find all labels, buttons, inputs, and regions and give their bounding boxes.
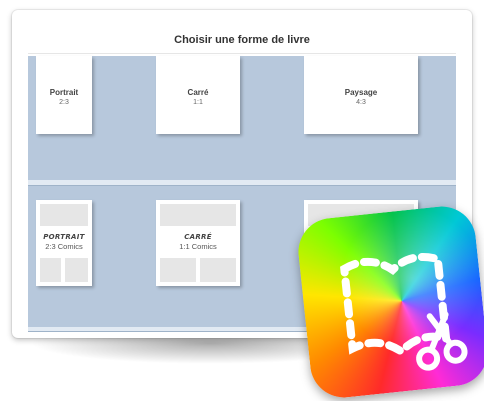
dialog-title: Choisir une forme de livre	[28, 26, 456, 54]
comic-ratio: 2:3 Comics	[45, 242, 83, 251]
book-name: Portrait	[49, 88, 79, 97]
book-option-landscape[interactable]: Paysage 4:3	[304, 56, 418, 134]
book-ratio: 4:3	[356, 99, 366, 106]
comic-panel	[40, 204, 88, 226]
comic-name: PORTRAIT	[43, 233, 85, 241]
comic-panel	[160, 258, 196, 282]
dashed-book-scissors-icon	[340, 253, 468, 371]
comic-name: CARRÉ	[184, 233, 212, 241]
book-name: Carré	[187, 88, 209, 97]
comic-panel	[65, 258, 88, 282]
book-ratio: 1:1	[193, 99, 203, 106]
book-option-square[interactable]: Carré 1:1	[156, 56, 240, 134]
shelf-ledge-top	[28, 180, 456, 186]
comic-option-portrait[interactable]: PORTRAIT 2:3 Comics	[36, 200, 92, 286]
comic-panel	[40, 258, 61, 282]
comic-panel	[200, 258, 236, 282]
book-name: Paysage	[344, 88, 378, 97]
comic-option-square[interactable]: CARRÉ 1:1 Comics	[156, 200, 240, 286]
book-creator-app-icon	[295, 203, 484, 401]
book-option-portrait[interactable]: Portrait 2:3	[36, 56, 92, 134]
book-ratio: 2:3	[59, 99, 69, 106]
comic-panel	[160, 204, 236, 226]
comic-ratio: 1:1 Comics	[179, 242, 217, 251]
